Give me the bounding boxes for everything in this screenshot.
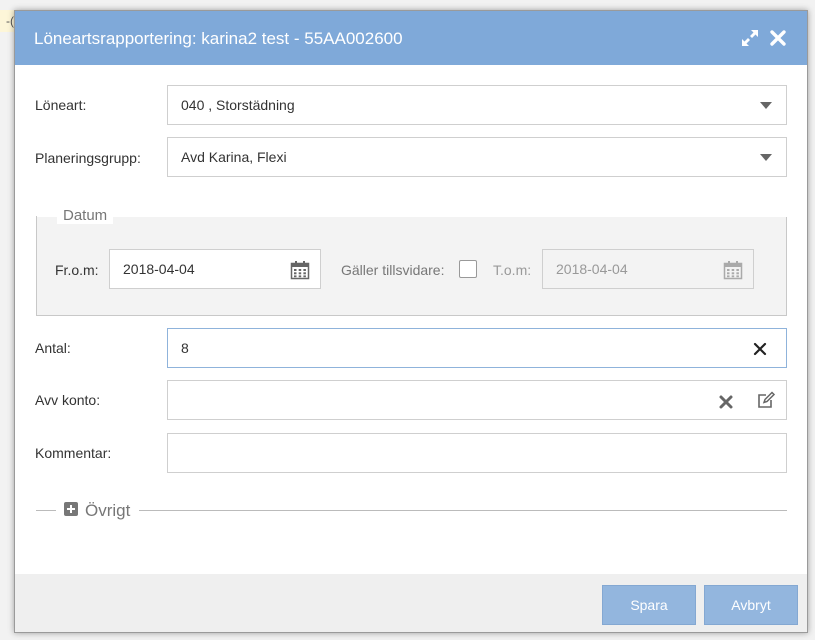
chevron-down-icon[interactable] (760, 102, 772, 109)
from-date-value: 2018-04-04 (123, 261, 195, 277)
datum-fieldset: Datum Fr.o.m: 2018-04-04 Gäller tillsvid… (36, 206, 788, 316)
planeringsgrupp-value: Avd Karina, Flexi (181, 149, 287, 165)
remove-icon[interactable] (716, 392, 736, 412)
ovrigt-toggle[interactable]: Övrigt (85, 501, 130, 521)
calendar-icon (723, 260, 743, 280)
planeringsgrupp-label: Planeringsgrupp: (35, 150, 141, 166)
dialog: Löneartsrapportering: karina2 test - 55A… (14, 10, 808, 633)
cancel-button[interactable]: Avbryt (704, 585, 798, 625)
from-date-input[interactable]: 2018-04-04 (109, 249, 321, 289)
antal-input[interactable]: 8 (167, 328, 787, 368)
datum-legend: Datum (57, 207, 114, 224)
avv-konto-input[interactable] (167, 380, 787, 420)
from-date-label: Fr.o.m: (55, 262, 99, 278)
expand-icon[interactable] (740, 28, 760, 48)
antal-label: Antal: (35, 340, 71, 356)
dialog-titlebar[interactable]: Löneartsrapportering: karina2 test - 55A… (15, 11, 807, 65)
background-text: -( (6, 14, 14, 28)
calendar-icon[interactable] (290, 260, 310, 280)
plus-icon[interactable] (64, 502, 78, 516)
antal-value: 8 (181, 340, 189, 356)
chevron-down-icon[interactable] (760, 154, 772, 161)
divider (139, 510, 787, 511)
divider (36, 510, 56, 511)
valid-until-further-checkbox[interactable] (459, 260, 477, 278)
to-date-label: T.o.m: (493, 262, 532, 278)
loneart-value: 040 , Storstädning (181, 97, 295, 113)
to-date-input: 2018-04-04 (542, 249, 754, 289)
dialog-footer: Spara Avbryt (15, 574, 807, 632)
edit-icon[interactable] (756, 390, 776, 410)
close-icon[interactable] (768, 28, 788, 48)
to-date-value: 2018-04-04 (556, 261, 628, 277)
kommentar-label: Kommentar: (35, 445, 112, 461)
avv-konto-label: Avv konto: (35, 392, 101, 408)
clear-icon[interactable] (750, 339, 770, 359)
loneart-label: Löneart: (35, 97, 87, 113)
valid-until-further-label: Gäller tillsvidare: (341, 262, 445, 278)
dialog-title: Löneartsrapportering: karina2 test - 55A… (34, 29, 403, 48)
save-button[interactable]: Spara (602, 585, 696, 625)
kommentar-input[interactable] (167, 433, 787, 473)
planeringsgrupp-select[interactable]: Avd Karina, Flexi (167, 137, 787, 177)
loneart-select[interactable]: 040 , Storstädning (167, 85, 787, 125)
